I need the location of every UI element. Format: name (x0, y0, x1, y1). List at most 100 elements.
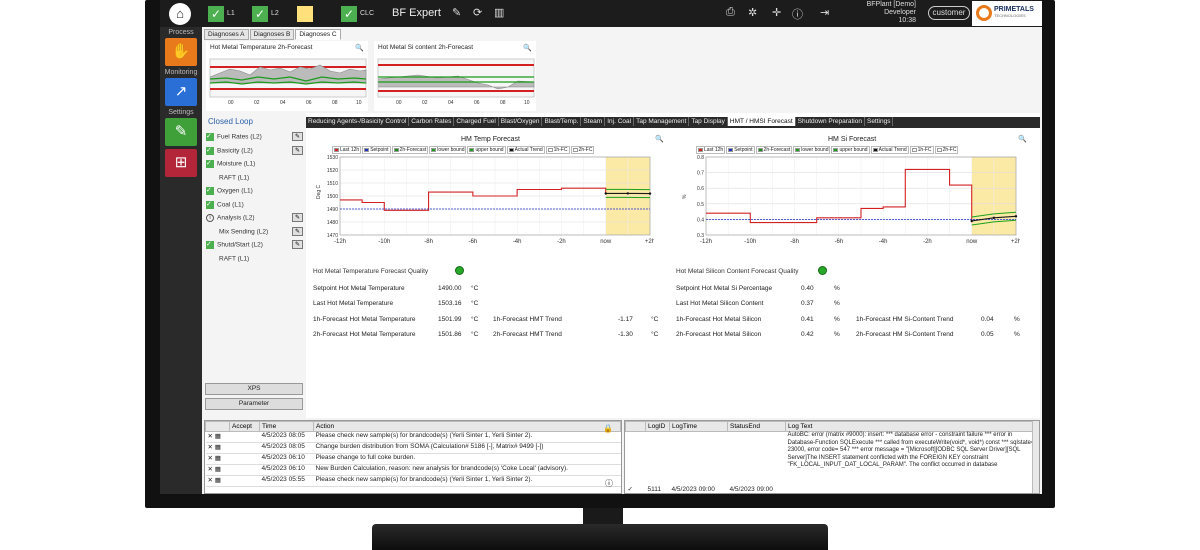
clc-check-icon[interactable]: ✓ (341, 6, 357, 22)
accept-cell[interactable] (229, 453, 260, 465)
grid-icon[interactable]: ▦ (215, 433, 221, 440)
edit-icon[interactable]: ✎ (292, 145, 303, 155)
close-icon[interactable]: ✕ (208, 433, 215, 440)
monitoring-trend-icon[interactable]: ↗ (165, 78, 197, 106)
grid-icon[interactable]: ▦ (215, 477, 221, 484)
check-icon[interactable]: ✓ (206, 133, 214, 141)
col-action[interactable]: Action (313, 421, 621, 432)
zoom-icon[interactable]: 🔍 (1018, 135, 1027, 143)
table-row[interactable]: ✕ ▦ 4/5/2023 06:10 New Burden Calculation,… (205, 464, 621, 476)
close-icon[interactable]: ✕ (208, 455, 215, 462)
tab-diagnoses-a[interactable]: Diagnoses A (204, 29, 249, 40)
list-item[interactable]: ✓ Fuel Rates (L2) (206, 133, 262, 141)
chart-icon[interactable]: ▥ (494, 6, 504, 19)
legend-item[interactable]: upper bound (831, 146, 870, 154)
legend-item[interactable]: 1h-FC (545, 146, 570, 154)
check-icon[interactable]: ✓ (206, 200, 214, 209)
check-icon[interactable]: ✓ (206, 146, 214, 155)
logout-icon[interactable]: ⇥ (820, 6, 829, 19)
info-icon[interactable]: ⓘ (792, 6, 803, 22)
tab-steam[interactable]: Steam (581, 117, 606, 126)
edit-icon[interactable]: ✎ (292, 240, 303, 249)
tab-tap-management[interactable]: Tap Management (634, 117, 690, 126)
l1-check-icon[interactable]: ✓ (208, 6, 224, 22)
lock-icon[interactable]: 🔒 (603, 424, 613, 433)
tab-shutdown-preparation[interactable]: Shutdown Preparation (796, 117, 865, 126)
col-logid[interactable]: LogID (645, 421, 670, 432)
xps-button[interactable]: XPS (205, 383, 303, 395)
col-time[interactable]: Time (259, 421, 314, 432)
info-icon[interactable]: i (206, 214, 214, 222)
home-icon[interactable]: ⌂ (169, 3, 191, 25)
legend-item[interactable]: lower bound (429, 146, 467, 154)
process-hand-icon[interactable]: ✋ (165, 38, 197, 66)
legend-item[interactable]: Setpoint (726, 146, 755, 154)
status-square-icon[interactable] (297, 6, 313, 22)
zoom-icon[interactable]: 🔍 (523, 44, 532, 52)
list-item[interactable]: RAFT (L1) (206, 255, 249, 263)
legend-item[interactable]: Actual Trend (506, 146, 545, 154)
gear-icon[interactable]: ✲ (748, 6, 757, 19)
network-icon[interactable]: ⊞ (165, 149, 197, 177)
accept-cell[interactable] (229, 431, 260, 443)
parameter-button[interactable]: Parameter (205, 398, 303, 410)
close-icon[interactable]: ✕ (208, 466, 215, 473)
edit-icon[interactable]: ✎ (292, 132, 303, 141)
list-item[interactable]: Mix Sending (L2) (206, 228, 268, 236)
legend-item[interactable]: 2h-FC (934, 146, 959, 154)
l2-check-icon[interactable]: ✓ (252, 6, 268, 22)
zoom-icon[interactable]: 🔍 (655, 135, 664, 143)
tab-carbon-rates[interactable]: Carbon Rates (409, 117, 455, 126)
legend-item[interactable]: lower bound (793, 146, 831, 154)
zoom-icon[interactable]: 🔍 (355, 44, 364, 52)
legend-item[interactable]: Actual Trend (870, 146, 909, 154)
col-accept[interactable]: Accept (229, 421, 260, 432)
list-item[interactable]: ✓ Oxygen (L1) (206, 187, 253, 195)
legend-item[interactable]: 2h-Forecast (391, 146, 429, 154)
legend-item[interactable]: 2h-FC (570, 146, 595, 154)
close-icon[interactable]: ✕ (208, 477, 215, 484)
tab-charged-fuel[interactable]: Charged Fuel (454, 117, 499, 126)
list-item[interactable]: ✓ Shutd/Start (L2) (206, 241, 263, 249)
close-icon[interactable]: ✕ (208, 444, 215, 451)
list-item[interactable]: RAFT (L1) (206, 174, 249, 182)
table-row[interactable]: ✓ 5111 4/5/2023 09:00 4/5/2023 09:00 Aut… (625, 431, 1039, 493)
scrollbar[interactable] (1032, 421, 1039, 493)
table-row[interactable]: ✕ ▦ 4/5/2023 05:55 Please check new sample… (205, 475, 621, 487)
check-icon[interactable]: ✓ (206, 241, 214, 249)
list-item[interactable]: ✓ Basicity (L2) (206, 146, 253, 155)
tab-blast-temp-[interactable]: Blast/Temp. (542, 117, 582, 126)
blank-icon[interactable] (206, 174, 216, 182)
col-statusend[interactable]: StatusEnd (727, 421, 786, 432)
blank-icon[interactable] (206, 255, 216, 263)
table-row[interactable]: ✕ ▦ 4/5/2023 06:10 Please change to full c… (205, 453, 621, 465)
info-icon[interactable]: ⓘ (605, 478, 613, 489)
tab-hmt-hmsi-forecast[interactable]: HMT / HMSI Forecast (727, 117, 796, 126)
move-icon[interactable]: ✛ (772, 6, 781, 19)
grid-icon[interactable]: ▦ (215, 444, 221, 451)
legend-item[interactable]: upper bound (467, 146, 506, 154)
tab-tap-display[interactable]: Tap Display (689, 117, 728, 126)
tab-diagnoses-c[interactable]: Diagnoses C (295, 29, 341, 40)
pencil-icon[interactable]: ✎ (452, 6, 461, 19)
list-item[interactable]: ✓ Moisture (L1) (206, 160, 255, 168)
accept-cell[interactable] (229, 475, 260, 487)
tab-reducing-agents-basicity-control[interactable]: Reducing Agents-/Basicity Control (306, 117, 410, 126)
grid-icon[interactable]: ▦ (215, 455, 221, 462)
col-logtime[interactable]: LogTime (669, 421, 728, 432)
list-item[interactable]: i Analysis (L2) (206, 214, 255, 222)
table-row[interactable]: ✕ ▦ 4/5/2023 08:05 Change burden distribut… (205, 442, 621, 454)
col-logtext[interactable]: Log Text (785, 421, 1039, 432)
legend-item[interactable]: 2h-Forecast (755, 146, 793, 154)
legend-item[interactable]: Last 12h (332, 146, 362, 154)
table-row[interactable]: ✕ ▦ 4/5/2023 08:05 Please check new sample… (205, 431, 621, 443)
list-item[interactable]: ✓ Coal (L1) (206, 200, 244, 209)
accept-cell[interactable] (229, 464, 260, 476)
print-icon[interactable]: ⎙ (726, 6, 735, 19)
edit-icon[interactable]: ✎ (292, 213, 303, 222)
grid-icon[interactable]: ▦ (215, 466, 221, 473)
edit-icon[interactable]: ✎ (292, 226, 303, 236)
settings-pencil-icon[interactable]: ✎ (165, 118, 197, 146)
refresh-icon[interactable]: ⟳ (473, 6, 482, 19)
tab-inj-coal[interactable]: Inj. Coal (605, 117, 635, 126)
